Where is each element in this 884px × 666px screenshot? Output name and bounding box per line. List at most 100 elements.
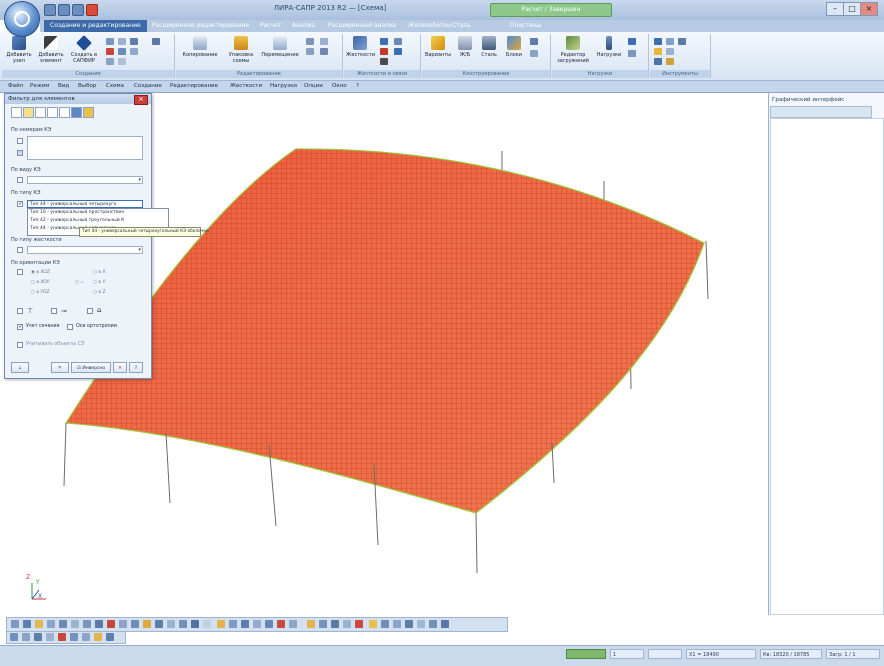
nodes-display-icon[interactable]: [241, 620, 249, 628]
folder-icon[interactable]: [666, 58, 674, 65]
select-element-icon[interactable]: [22, 633, 30, 641]
paste-icon[interactable]: [118, 58, 126, 65]
maximize-button[interactable]: □: [843, 2, 861, 16]
select-clear-icon[interactable]: [106, 633, 114, 641]
reset-button[interactable]: ✕: [113, 362, 127, 373]
stiffness-display-icon[interactable]: [289, 620, 297, 628]
palette-icon[interactable]: [666, 48, 674, 55]
close-window-button[interactable]: ×: [860, 2, 878, 16]
inverse-button[interactable]: ☑ Инверсно: [71, 362, 111, 373]
elements-display-icon[interactable]: [253, 620, 261, 628]
by-orientation-checkbox[interactable]: [17, 269, 23, 275]
rigid-link-icon[interactable]: [380, 38, 388, 45]
flags-icon[interactable]: [143, 620, 151, 628]
graphics-panel-content[interactable]: [770, 118, 884, 615]
select-window-icon[interactable]: [34, 633, 42, 641]
filter-save-icon[interactable]: [71, 107, 82, 118]
mode-select[interactable]: [648, 649, 682, 659]
menu-options[interactable]: Опции: [304, 81, 323, 92]
option-checkbox-2[interactable]: [51, 308, 57, 314]
zoom-icon[interactable]: [11, 620, 19, 628]
pan-icon[interactable]: [23, 620, 31, 628]
filter-polygon-icon[interactable]: [35, 107, 46, 118]
view-reset-icon[interactable]: [441, 620, 449, 628]
create-in-sapfir-button[interactable]: Создать в САПФИР: [68, 35, 100, 64]
supports-display-icon[interactable]: [331, 620, 339, 628]
menu-stiffness[interactable]: Жесткости: [230, 81, 262, 92]
color-scale-icon[interactable]: [307, 620, 315, 628]
stiffness-select[interactable]: ▾: [27, 246, 143, 254]
arrow-icon[interactable]: [130, 38, 138, 45]
select-all-icon[interactable]: [70, 633, 78, 641]
rotate-icon[interactable]: [306, 38, 314, 45]
tab-extended-edit[interactable]: Расширенное редактирование: [146, 20, 255, 32]
minimize-button[interactable]: –: [826, 2, 844, 16]
menu-help[interactable]: ?: [356, 81, 359, 92]
tab-plates[interactable]: Пластины: [504, 20, 547, 32]
blocks-button[interactable]: Блоки: [502, 36, 526, 58]
menu-window[interactable]: Окно: [332, 81, 347, 92]
hinges-display-icon[interactable]: [343, 620, 351, 628]
pencil-button[interactable]: ✎: [51, 362, 69, 373]
menu-scheme[interactable]: Схема: [106, 81, 124, 92]
grid-display-icon[interactable]: [381, 620, 389, 628]
record-icon[interactable]: [86, 4, 98, 16]
support-icon[interactable]: [394, 48, 402, 55]
highlight-display-icon[interactable]: [369, 620, 377, 628]
grid-tool-icon[interactable]: [678, 38, 686, 45]
tools-icon[interactable]: [654, 38, 662, 45]
select-plane-icon[interactable]: [58, 633, 66, 641]
orient-y-radio[interactable]: ○ в Y: [93, 280, 105, 285]
option-checkbox-3[interactable]: [87, 308, 93, 314]
steel-button[interactable]: Сталь: [478, 36, 500, 58]
snap-indicator[interactable]: [566, 649, 606, 659]
text-display-icon[interactable]: [393, 620, 401, 628]
group-elements-checkbox[interactable]: [17, 323, 23, 330]
loads-display-icon[interactable]: [265, 620, 273, 628]
element-kind-select[interactable]: ▾: [27, 176, 143, 184]
scale-icon[interactable]: [306, 48, 314, 55]
view-yz-icon[interactable]: [83, 620, 91, 628]
menu-mode[interactable]: Режим: [30, 81, 49, 92]
by-number-checkbox[interactable]: [17, 138, 23, 144]
highlight-icon[interactable]: [654, 48, 662, 55]
filter-pyramid-icon[interactable]: [47, 107, 58, 118]
bracket-icon[interactable]: [118, 38, 126, 45]
orient-x-radio[interactable]: ○ в X: [93, 270, 106, 275]
filter-nodes-icon[interactable]: [11, 107, 22, 118]
stiffness-button[interactable]: Жесткости: [346, 36, 375, 58]
select-polygon-icon[interactable]: [46, 633, 54, 641]
render-icon[interactable]: [107, 620, 115, 628]
orient-xoz-radio[interactable]: ◉ в XOZ: [31, 270, 50, 275]
local-axes-icon[interactable]: [380, 58, 388, 65]
save-icon[interactable]: [44, 4, 56, 16]
filter-icon[interactable]: [179, 620, 187, 628]
element-numbers-field[interactable]: [27, 136, 143, 160]
menu-create[interactable]: Создание: [134, 81, 162, 92]
fragment-icon[interactable]: [131, 620, 139, 628]
tab-calculation[interactable]: Расчет: [254, 20, 287, 32]
section-icon[interactable]: [119, 620, 127, 628]
cut-icon[interactable]: [355, 620, 363, 628]
load-case-icon[interactable]: [628, 50, 636, 57]
dialog-close-button[interactable]: ×: [134, 95, 148, 105]
view-xz-icon[interactable]: [71, 620, 79, 628]
undo-icon[interactable]: [58, 4, 70, 16]
orthotropy-checkbox[interactable]: [67, 324, 73, 330]
menu-view[interactable]: Вид: [58, 81, 69, 92]
show-objects-checkbox[interactable]: [17, 342, 23, 348]
table-icon[interactable]: [118, 48, 126, 55]
help-button[interactable]: ?: [129, 362, 143, 373]
perspective-icon[interactable]: [429, 620, 437, 628]
orient-z-radio[interactable]: ○ в Z: [93, 290, 106, 295]
filter-elements-icon[interactable]: [23, 107, 34, 118]
tab-extended-analysis[interactable]: Расширенный анализ: [322, 20, 402, 32]
orient-equal-radio[interactable]: ○ =: [75, 280, 84, 285]
tool-icon[interactable]: [530, 38, 538, 45]
menu-edit[interactable]: Редактирование: [170, 81, 218, 92]
copy-icon[interactable]: [106, 58, 114, 65]
fit-icon[interactable]: [47, 620, 55, 628]
numbers-icon[interactable]: [155, 620, 163, 628]
pick-numbers-button[interactable]: [17, 150, 23, 156]
move-icon[interactable]: [152, 38, 160, 45]
